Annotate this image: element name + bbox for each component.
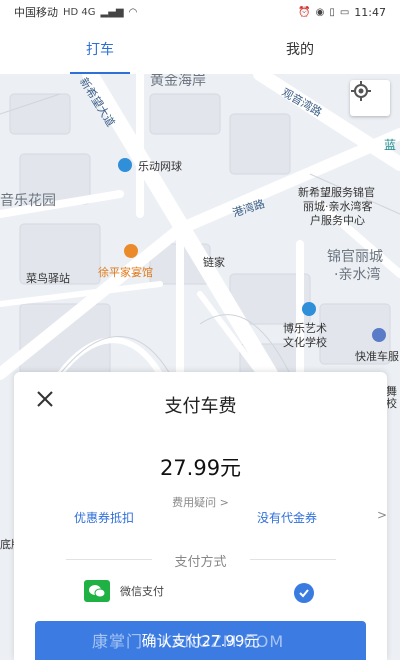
vibrate-icon: ▯ [329,6,335,18]
sheet-title: 支付车费 [164,396,237,417]
location-status-icon: ◉ [315,6,325,18]
network-badge: HD 4G [63,6,96,18]
top-tab-bar: 打车 我的 [0,24,400,74]
tennis-poi-icon [118,158,132,172]
tab-mine[interactable]: 我的 [200,24,400,74]
status-bar: 中国移动 HD 4G ▂▄▆ ◠ ⏰ ◉ ▯ ▭ 11:47 [0,0,400,24]
locate-button[interactable] [350,80,390,116]
map-label-huangjin: 黄金海岸 [150,74,206,89]
battery-icon: ▭ [339,6,350,18]
divider-right [250,559,336,560]
fare-amount: 27.99元 [159,456,242,480]
wifi-icon: ◠ [128,6,138,18]
voucher-status[interactable]: 没有代金券 [257,509,317,526]
locate-icon [351,81,371,101]
alarm-icon: ⏰ [298,6,311,18]
car-service-poi-icon [372,328,386,342]
payment-method-label: 支付方式 [174,555,227,570]
map-label-bole-2: 文化学校 [283,336,327,349]
map-label-jinguan-1: 锦官丽城 [327,249,383,265]
wechat-pay-label: 微信支付 [120,585,164,598]
map-label-lianjia: 链家 [203,256,225,269]
carrier-text: 中国移动 [14,6,58,19]
map-label-tennis: 乐动网球 [138,160,182,173]
chevron-right-icon[interactable]: > [377,508,387,522]
map-label-right-edge: 舞校 [386,385,397,410]
wechat-pay-option[interactable]: 微信支付 [84,580,164,602]
watermark: 康掌门 · KANGZM.COM [92,632,285,651]
school-poi-icon [302,302,316,316]
payment-sheet: 支付车费 27.99元 费用疑问 > 优惠券抵扣 没有代金券 > 支付方式 微信… [14,372,387,660]
map-label-jinguan-2: ·亲水湾 [334,267,381,283]
map-label-edge-right: 蓝 [384,138,397,152]
selected-check-icon[interactable] [294,583,314,603]
map-label-xuping-restaurant: 徐平家宴馆 [98,266,153,279]
tab-taxi[interactable]: 打车 [0,24,200,74]
map-label-kuaizhun: 快准车服 [355,350,399,363]
clock-text: 11:47 [354,5,386,19]
map-label-cainiao: 菜鸟驿站 [26,272,70,285]
fee-question-link[interactable]: 费用疑问 > [14,494,387,510]
wechat-icon [84,580,110,602]
signal-icon: ▂▄▆ [100,6,124,18]
coupon-deduct-link[interactable]: 优惠券抵扣 [74,509,134,526]
map-label-music-garden: 音乐花园 [0,193,56,209]
map-label-service-center-3: 户服务中心 [310,214,365,227]
restaurant-poi-icon [124,244,138,258]
